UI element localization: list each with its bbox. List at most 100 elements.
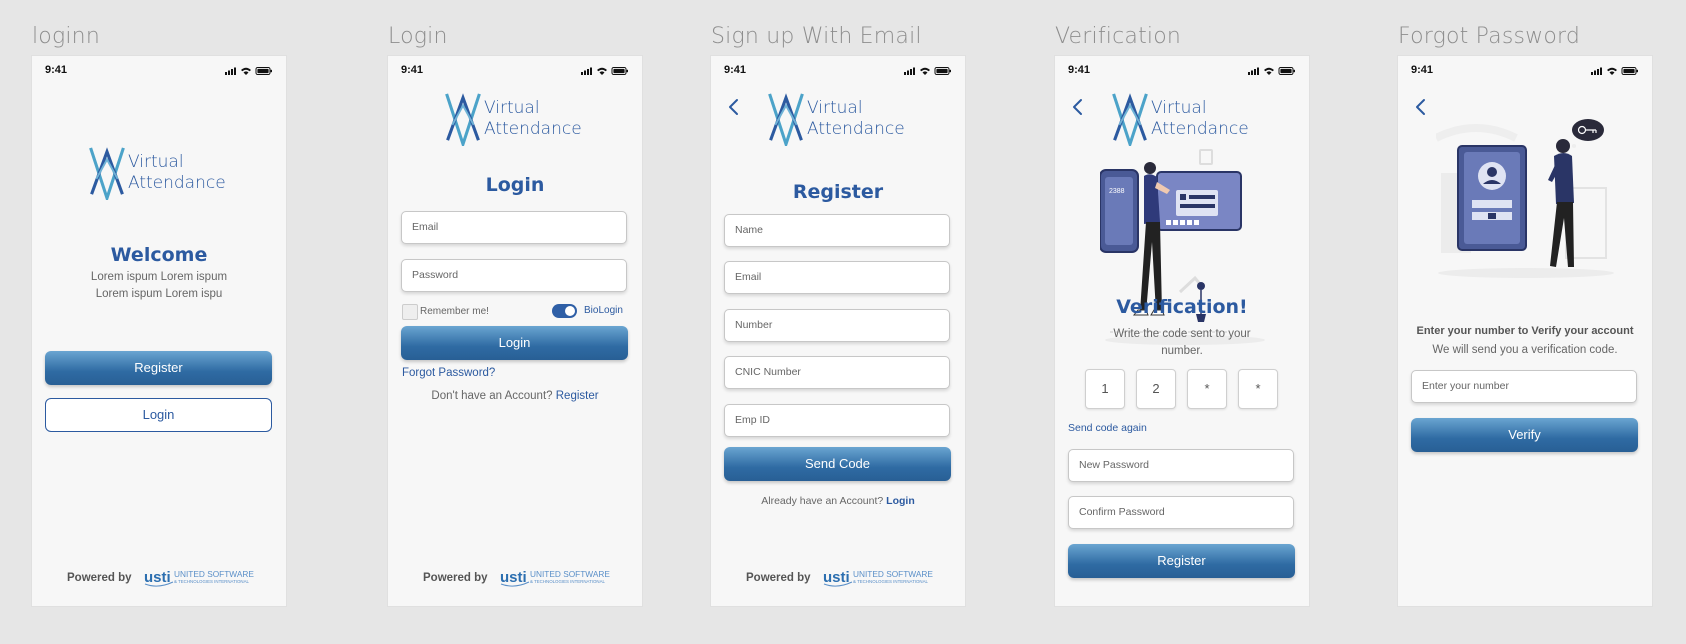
- biologin-label[interactable]: BioLogin: [584, 305, 623, 316]
- verification-sub-1: Write the code sent to your: [1113, 328, 1251, 340]
- powered-by-footer: Powered by UNITED SOFTWARE & TECHNOLOGIES…: [388, 569, 642, 589]
- forgot-sub: We will send you a verification code.: [1432, 344, 1618, 356]
- screen-login: 9:41 Virtual Attendance Login Email Pass…: [388, 56, 642, 606]
- usti-logo-icon: [144, 569, 174, 587]
- verification-sub-2: number.: [1161, 345, 1203, 357]
- powered-by-footer: Powered by UNITED SOFTWARE & TECHNOLOGIES…: [32, 569, 286, 589]
- emp-id-field[interactable]: Emp ID: [724, 404, 950, 437]
- logo-line-2: Attendance: [807, 119, 905, 139]
- welcome-heading: Welcome: [110, 244, 208, 266]
- status-bar: 9:41: [1055, 64, 1309, 80]
- frame-title-loginn: loginn: [32, 24, 100, 49]
- no-account-row: Don't have an Account? Register: [388, 390, 642, 402]
- status-time: 9:41: [724, 64, 747, 76]
- logo-line-1: Virtual: [484, 98, 540, 118]
- welcome-sub-1: Lorem ispum Lorem ispum: [90, 271, 228, 283]
- email-field[interactable]: Email: [724, 261, 950, 294]
- screen-forgot-password: 9:41 Enter your number to Verify your ac…: [1398, 56, 1652, 606]
- code-digit-2[interactable]: 2: [1136, 369, 1176, 409]
- back-arrow-icon[interactable]: [1071, 98, 1085, 116]
- logo-line-1: Virtual: [128, 152, 184, 172]
- illustration-code-text: 2388: [1109, 188, 1125, 195]
- status-bar: 9:41: [32, 64, 286, 80]
- screen-verification: 9:41 Virtual Attendance 2388 Verificatio…: [1055, 56, 1309, 606]
- forgot-password-link[interactable]: Forgot Password?: [402, 367, 495, 379]
- have-account-text: Already have an Account?: [761, 495, 884, 507]
- toggle-knob: [565, 306, 575, 316]
- back-arrow-icon[interactable]: [727, 98, 741, 116]
- status-bar: 9:41: [711, 64, 965, 80]
- signal-wifi-battery-icon: [1591, 66, 1639, 76]
- login-button[interactable]: Login: [401, 326, 628, 360]
- app-logo: Virtual Attendance: [443, 92, 583, 148]
- logo-line-2: Attendance: [128, 173, 226, 193]
- logo-mark-icon: [1110, 92, 1150, 146]
- send-code-again-link[interactable]: Send code again: [1068, 422, 1147, 434]
- biologin-toggle[interactable]: [552, 304, 577, 318]
- powered-by-label: Powered by: [746, 572, 811, 584]
- no-account-text: Don't have an Account?: [431, 390, 553, 402]
- usti-logo-icon: [500, 569, 530, 587]
- app-logo: Virtual Attendance: [1110, 92, 1250, 148]
- cnic-field[interactable]: CNIC Number: [724, 356, 950, 389]
- status-time: 9:41: [45, 64, 68, 76]
- verification-heading: Verification!: [1116, 296, 1248, 318]
- logo-line-1: Virtual: [807, 98, 863, 118]
- frame-title-verification: Verification: [1055, 24, 1182, 49]
- powered-by-footer: Powered by UNITED SOFTWARE & TECHNOLOGIES…: [711, 569, 965, 589]
- logo-mark-icon: [87, 146, 127, 200]
- signal-wifi-battery-icon: [1248, 66, 1296, 76]
- status-bar: 9:41: [388, 64, 642, 80]
- usti-logo-icon: [823, 569, 853, 587]
- logo-line-1: Virtual: [1151, 98, 1207, 118]
- app-logo: Virtual Attendance: [87, 146, 227, 202]
- password-field[interactable]: Password: [401, 259, 627, 292]
- number-field[interactable]: Number: [724, 309, 950, 342]
- back-arrow-icon[interactable]: [1414, 98, 1428, 116]
- status-time: 9:41: [1068, 64, 1091, 76]
- verify-button[interactable]: Verify: [1411, 418, 1638, 452]
- register-heading: Register: [792, 181, 884, 203]
- code-digit-1[interactable]: 1: [1085, 369, 1125, 409]
- company-name: UNITED SOFTWARE & TECHNOLOGIES INTERNATIO…: [853, 569, 933, 585]
- send-code-button[interactable]: Send Code: [724, 447, 951, 481]
- signal-wifi-battery-icon: [904, 66, 952, 76]
- name-field[interactable]: Name: [724, 214, 950, 247]
- powered-by-label: Powered by: [423, 572, 488, 584]
- register-link[interactable]: Register: [556, 390, 599, 402]
- forgot-password-illustration: [1436, 119, 1614, 278]
- frame-title-forgot: Forgot Password: [1398, 24, 1581, 49]
- signal-wifi-battery-icon: [225, 66, 273, 76]
- remember-label: Remember me!: [420, 306, 489, 317]
- code-digit-4[interactable]: *: [1238, 369, 1278, 409]
- status-time: 9:41: [401, 64, 424, 76]
- company-name: UNITED SOFTWARE & TECHNOLOGIES INTERNATIO…: [530, 569, 610, 585]
- logo-line-2: Attendance: [484, 119, 582, 139]
- register-button[interactable]: Register: [45, 351, 272, 385]
- status-bar: 9:41: [1398, 64, 1652, 80]
- register-button[interactable]: Register: [1068, 544, 1295, 578]
- forgot-heading: Enter your number to Verify your account: [1416, 325, 1634, 337]
- login-link[interactable]: Login: [886, 495, 915, 507]
- confirm-password-field[interactable]: Confirm Password: [1068, 496, 1294, 529]
- company-name: UNITED SOFTWARE & TECHNOLOGIES INTERNATIO…: [174, 569, 254, 585]
- logo-mark-icon: [443, 92, 483, 146]
- screen-welcome: 9:41 Virtual Attendance Welcome Lorem is…: [32, 56, 286, 606]
- app-logo: Virtual Attendance: [766, 92, 906, 148]
- frame-title-signup: Sign up With Email: [711, 24, 922, 49]
- new-password-field[interactable]: New Password: [1068, 449, 1294, 482]
- screen-signup: 9:41 Virtual Attendance Register Name Em…: [711, 56, 965, 606]
- email-field[interactable]: Email: [401, 211, 627, 244]
- remember-checkbox[interactable]: [402, 304, 418, 320]
- have-account-row: Already have an Account? Login: [711, 495, 965, 507]
- frame-title-login: Login: [388, 24, 448, 49]
- signal-wifi-battery-icon: [581, 66, 629, 76]
- status-time: 9:41: [1411, 64, 1434, 76]
- login-heading: Login: [485, 174, 545, 196]
- welcome-sub-2: Lorem ispum Lorem ispu: [95, 288, 223, 300]
- login-button[interactable]: Login: [45, 398, 272, 432]
- powered-by-label: Powered by: [67, 572, 132, 584]
- phone-number-field[interactable]: Enter your number: [1411, 370, 1637, 403]
- logo-line-2: Attendance: [1151, 119, 1249, 139]
- code-digit-3[interactable]: *: [1187, 369, 1227, 409]
